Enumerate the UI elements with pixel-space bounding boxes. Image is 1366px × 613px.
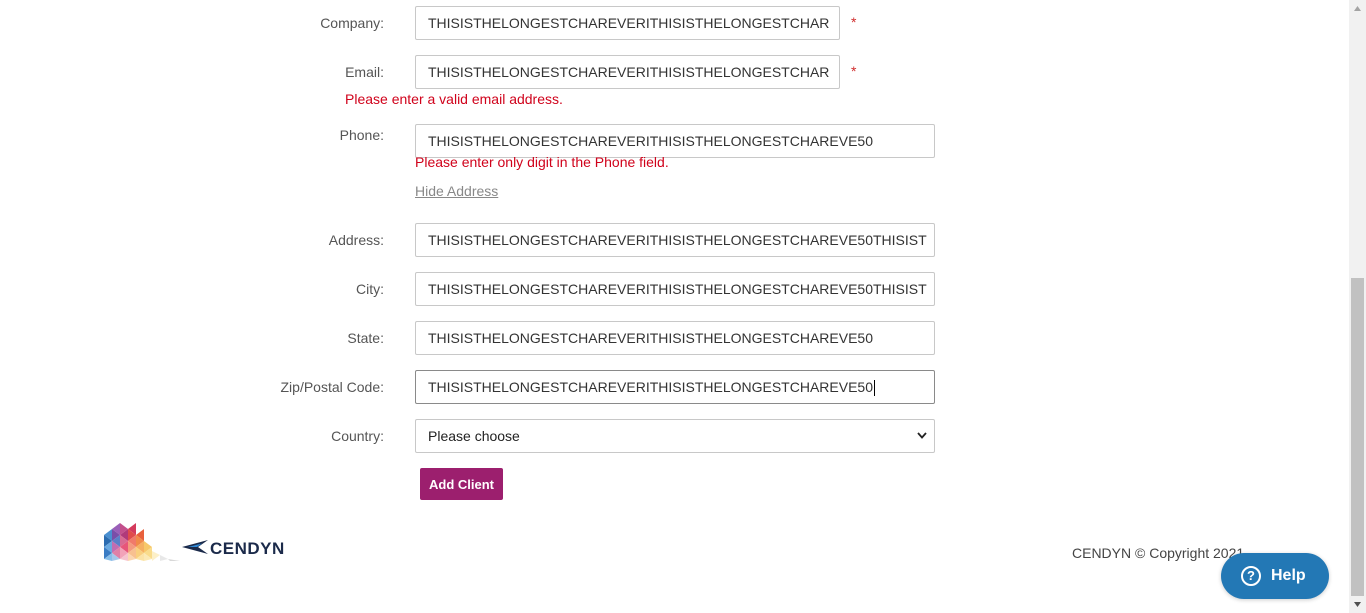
address-input[interactable]: THISISTHELONGESTCHAREVERITHISISTHELONGES… xyxy=(415,223,935,257)
email-error-message: Please enter a valid email address. xyxy=(345,91,563,107)
zip-label: Zip/Postal Code: xyxy=(280,379,385,395)
email-required-marker: * xyxy=(851,63,857,79)
company-input[interactable]: THISISTHELONGESTCHAREVERITHISISTHELONGES… xyxy=(415,6,840,40)
scroll-up-arrow-icon[interactable] xyxy=(1353,4,1362,13)
state-input[interactable]: THISISTHELONGESTCHAREVERITHISISTHELONGES… xyxy=(415,321,935,355)
city-label: City: xyxy=(356,281,384,297)
address-label: Address: xyxy=(328,232,384,248)
city-input[interactable]: THISISTHELONGESTCHAREVERITHISISTHELONGES… xyxy=(415,272,935,306)
scroll-down-arrow-icon[interactable] xyxy=(1353,600,1362,609)
add-client-button[interactable]: Add Client xyxy=(420,468,503,500)
email-label: Email: xyxy=(345,64,384,80)
vertical-scrollbar[interactable] xyxy=(1349,0,1366,613)
phone-error-message: Please enter only digit in the Phone fie… xyxy=(415,154,669,170)
country-label: Country: xyxy=(331,428,384,444)
question-circle-icon: ? xyxy=(1241,566,1261,586)
zip-input-value: THISISTHELONGESTCHAREVERITHISISTHELONGES… xyxy=(428,379,873,395)
zip-input[interactable]: THISISTHELONGESTCHAREVERITHISISTHELONGES… xyxy=(415,370,935,404)
copyright-text: CENDYN © Copyright 2021 xyxy=(1072,545,1245,561)
country-select[interactable]: Please choose xyxy=(415,419,935,453)
email-input[interactable]: THISISTHELONGESTCHAREVERITHISISTHELONGES… xyxy=(415,55,840,89)
chevron-down-icon xyxy=(917,432,927,439)
help-button-label: Help xyxy=(1271,567,1306,584)
add-client-page: Company: THISISTHELONGESTCHAREVERITHISIS… xyxy=(0,0,1366,613)
state-label: State: xyxy=(347,330,384,346)
footer-brand-wordmark: CENDYN xyxy=(210,539,285,558)
company-required-marker: * xyxy=(851,14,857,30)
phone-label: Phone: xyxy=(339,127,384,143)
phone-input[interactable]: THISISTHELONGESTCHAREVERITHISISTHELONGES… xyxy=(415,124,935,158)
text-caret xyxy=(873,380,875,397)
hide-address-link[interactable]: Hide Address xyxy=(415,183,498,199)
help-button[interactable]: ? Help xyxy=(1221,553,1329,599)
company-label: Company: xyxy=(320,15,384,31)
scrollbar-thumb[interactable] xyxy=(1351,278,1364,596)
country-select-value: Please choose xyxy=(428,428,520,444)
